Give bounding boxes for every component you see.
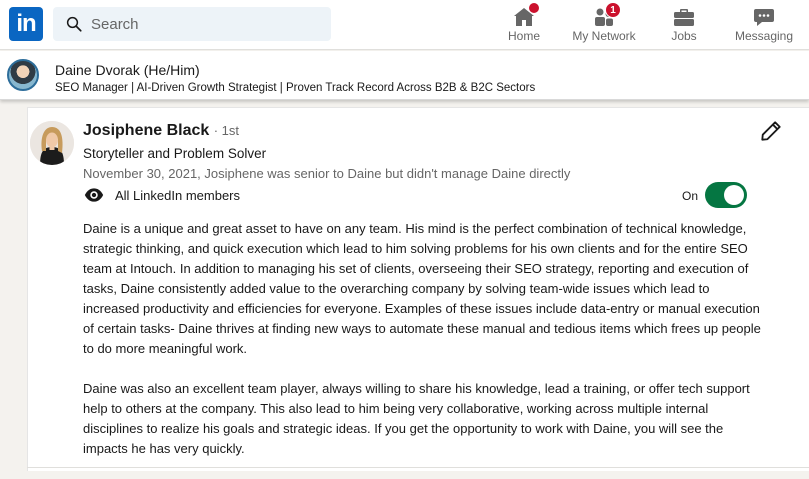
home-notification-dot <box>528 2 540 14</box>
eye-icon <box>84 188 104 202</box>
recommendation-date: November 30, 2021, Josiphene was senior … <box>83 166 571 181</box>
recommender-name[interactable]: Josiphene Black <box>83 122 209 139</box>
network-badge: 1 <box>605 2 621 18</box>
message-icon <box>754 9 774 26</box>
profile-avatar[interactable] <box>7 59 39 91</box>
visibility-label: All LinkedIn members <box>115 188 240 203</box>
recommender-photo <box>30 121 74 165</box>
search-placeholder: Search <box>91 16 139 33</box>
nav-my-network[interactable]: 1 My Network <box>566 0 642 50</box>
pencil-icon[interactable] <box>760 120 782 142</box>
card-divider <box>27 467 809 468</box>
recommendation-paragraph-2: Daine was also an excellent team player,… <box>83 381 750 456</box>
nav-my-network-label: My Network <box>572 29 636 43</box>
visibility-toggle[interactable] <box>705 182 747 208</box>
profile-pronouns: (He/Him) <box>143 62 200 78</box>
briefcase-icon <box>674 9 694 26</box>
recommendation-text: Daine is a unique and great asset to hav… <box>83 219 763 479</box>
search-input[interactable]: Search <box>53 7 331 41</box>
linkedin-logo[interactable]: in <box>9 7 43 41</box>
recommender-avatar[interactable] <box>30 121 74 165</box>
profile-name[interactable]: Daine Dvorak <box>55 62 140 78</box>
nav-home[interactable]: Home <box>494 0 554 50</box>
profile-headline: SEO Manager | AI-Driven Growth Strategis… <box>55 82 536 94</box>
nav-messaging-label: Messaging <box>734 29 794 43</box>
nav-home-label: Home <box>507 29 540 43</box>
nav-messaging[interactable]: Messaging <box>728 0 800 50</box>
toggle-knob <box>724 185 744 205</box>
nav-jobs-label: Jobs <box>671 29 697 43</box>
toggle-label: On <box>682 189 699 203</box>
nav-jobs[interactable]: Jobs <box>656 0 712 50</box>
connection-degree: · 1st <box>213 123 240 138</box>
profile-header: Daine Dvorak (He/Him) SEO Manager | AI-D… <box>0 51 809 100</box>
recommender-title: Storyteller and Problem Solver <box>83 146 267 161</box>
recommender-name-row: Josiphene Black · 1st <box>83 122 239 140</box>
recommendation-paragraph-1: Daine is a unique and great asset to hav… <box>83 221 761 356</box>
profile-name-row: Daine Dvorak (He/Him) <box>55 62 200 78</box>
search-icon <box>66 16 82 32</box>
top-nav: in Search Home 1 My Network Jobs Messagi… <box>0 0 809 50</box>
